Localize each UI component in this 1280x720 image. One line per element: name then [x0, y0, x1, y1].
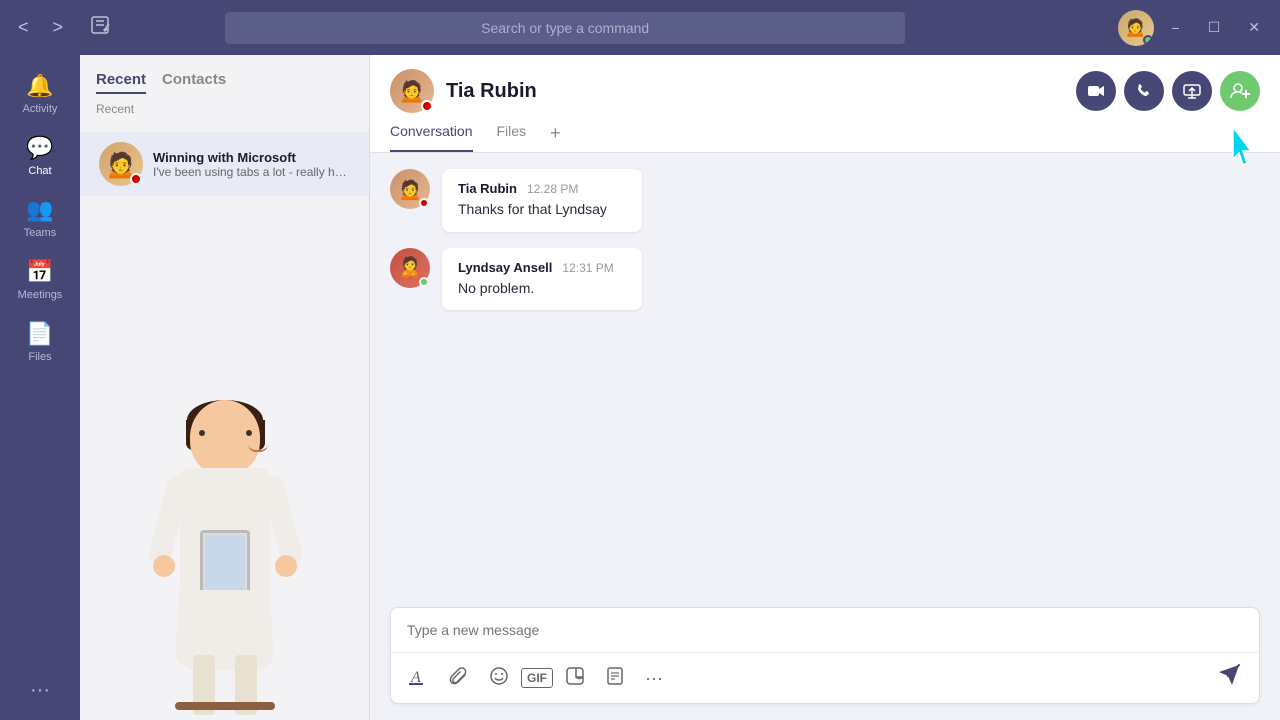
character-illustration: [145, 400, 305, 710]
forward-button[interactable]: >: [45, 13, 72, 42]
add-tab-button[interactable]: +: [550, 123, 561, 152]
chat-item-name: Winning with Microsoft: [153, 150, 353, 165]
char-tablet-screen: [205, 535, 245, 590]
conv-header: 🙍 Tia Rubin: [370, 55, 1280, 153]
conv-action-buttons: [1076, 71, 1260, 111]
msg-text: Thanks for that Lyndsay: [458, 200, 626, 220]
sidebar-item-teams-label: Teams: [24, 227, 56, 239]
close-button[interactable]: ✕: [1238, 15, 1270, 40]
activity-icon: 🔔: [26, 73, 53, 99]
title-bar: < > 🙍 − ☐ ✕: [0, 0, 1280, 55]
sticker-button[interactable]: [557, 660, 593, 697]
sidebar-item-meetings[interactable]: 📅 Meetings: [5, 251, 75, 309]
char-platform: [175, 702, 275, 710]
tab-recent[interactable]: Recent: [96, 71, 146, 94]
conv-status-dot: [421, 100, 433, 112]
back-button[interactable]: <: [10, 13, 37, 42]
msg-content-box: Lyndsay Ansell 12:31 PM No problem.: [442, 248, 642, 311]
msg-header: Lyndsay Ansell 12:31 PM: [458, 260, 626, 275]
sidebar-item-teams[interactable]: 👥 Teams: [5, 189, 75, 247]
msg-time: 12.28 PM: [527, 182, 578, 196]
tab-contacts[interactable]: Contacts: [162, 71, 226, 94]
sidebar-item-activity[interactable]: 🔔 Activity: [5, 65, 75, 123]
attach-button[interactable]: [441, 660, 477, 697]
conv-user-info: 🙍 Tia Rubin: [390, 69, 537, 113]
title-bar-right: 🙍 − ☐ ✕: [1118, 10, 1270, 46]
msg-header: Tia Rubin 12.28 PM: [458, 181, 626, 196]
chat-item-info: Winning with Microsoft I've been using t…: [153, 150, 353, 179]
tab-files[interactable]: Files: [497, 123, 527, 152]
sidebar-item-chat-label: Chat: [28, 165, 51, 177]
maximize-button[interactable]: ☐: [1198, 15, 1231, 40]
gif-button[interactable]: GIF: [521, 668, 553, 688]
msg-sender: Lyndsay Ansell: [458, 260, 552, 275]
minimize-button[interactable]: −: [1162, 16, 1190, 40]
msg-status-dot: [419, 198, 429, 208]
chat-list-item[interactable]: 🙍 Winning with Microsoft I've been using…: [80, 132, 369, 196]
char-tablet: [200, 530, 250, 598]
chat-list-header: Recent Contacts Recent: [80, 55, 369, 132]
msg-content-box: Tia Rubin 12.28 PM Thanks for that Lynds…: [442, 169, 642, 232]
share-screen-button[interactable]: [1172, 71, 1212, 111]
main-layout: 🔔 Activity 💬 Chat 👥 Teams 📅 Meetings 📄 F…: [0, 55, 1280, 720]
add-people-button[interactable]: [1220, 71, 1260, 111]
search-input[interactable]: [225, 12, 905, 44]
conversation-panel: 🙍 Tia Rubin: [370, 55, 1280, 720]
more-options-button[interactable]: ···: [637, 662, 671, 695]
more-button[interactable]: ···: [22, 671, 58, 710]
status-dot-busy: [130, 173, 142, 185]
msg-text: No problem.: [458, 279, 626, 299]
tab-conversation[interactable]: Conversation: [390, 123, 473, 152]
char-head: [190, 400, 260, 475]
sidebar-item-meetings-label: Meetings: [18, 289, 63, 301]
input-area: A: [390, 607, 1260, 704]
conv-avatar: 🙍: [390, 69, 434, 113]
video-call-button[interactable]: [1076, 71, 1116, 111]
messages-area: 🙍 Tia Rubin 12.28 PM Thanks for that Lyn…: [370, 153, 1280, 607]
conv-header-top: 🙍 Tia Rubin: [390, 69, 1260, 123]
message-item: 🙎 Lyndsay Ansell 12:31 PM No problem.: [390, 248, 1260, 311]
msg-sender: Tia Rubin: [458, 181, 517, 196]
char-eye-right: [199, 430, 205, 436]
chat-item-avatar: 🙍: [99, 142, 143, 186]
emoji-button[interactable]: [481, 660, 517, 697]
chat-list-panel: Recent Contacts Recent 🙍 Winning with Mi…: [80, 55, 370, 720]
compose-button[interactable]: [81, 10, 119, 45]
char-hand-right: [275, 555, 297, 577]
msg-avatar-tia: 🙍: [390, 169, 430, 209]
meeting-note-button[interactable]: [597, 660, 633, 697]
char-hand-left: [153, 555, 175, 577]
chat-item-preview: I've been using tabs a lot - really hand…: [153, 165, 353, 179]
chat-icon: 💬: [26, 135, 53, 161]
msg-status-dot: [419, 277, 429, 287]
char-smile: [248, 444, 268, 452]
user-avatar[interactable]: 🙍: [1118, 10, 1154, 46]
sidebar: 🔔 Activity 💬 Chat 👥 Teams 📅 Meetings 📄 F…: [0, 55, 80, 720]
sidebar-item-activity-label: Activity: [23, 103, 58, 115]
conv-username: Tia Rubin: [446, 80, 537, 103]
format-text-button[interactable]: A: [401, 660, 437, 697]
sidebar-item-files-label: Files: [28, 351, 51, 363]
sidebar-item-files[interactable]: 📄 Files: [5, 313, 75, 371]
char-skirt: [175, 590, 275, 670]
conv-tabs: Conversation Files +: [390, 123, 1260, 152]
sidebar-item-chat[interactable]: 💬 Chat: [5, 127, 75, 185]
input-toolbar: A: [391, 652, 1259, 703]
msg-time: 12:31 PM: [562, 261, 613, 275]
teams-icon: 👥: [26, 197, 53, 223]
illustration-area: [80, 196, 369, 720]
files-icon: 📄: [26, 321, 53, 347]
message-item: 🙍 Tia Rubin 12.28 PM Thanks for that Lyn…: [390, 169, 1260, 232]
message-input[interactable]: [391, 608, 1259, 652]
nav-buttons: < >: [10, 13, 71, 42]
audio-call-button[interactable]: [1124, 71, 1164, 111]
meetings-icon: 📅: [26, 259, 53, 285]
send-button[interactable]: [1209, 659, 1249, 697]
char-eye-left: [246, 430, 252, 436]
recent-label: Recent: [96, 98, 353, 124]
chat-tabs: Recent Contacts: [96, 71, 353, 94]
msg-avatar-lyndsay: 🙎: [390, 248, 430, 288]
